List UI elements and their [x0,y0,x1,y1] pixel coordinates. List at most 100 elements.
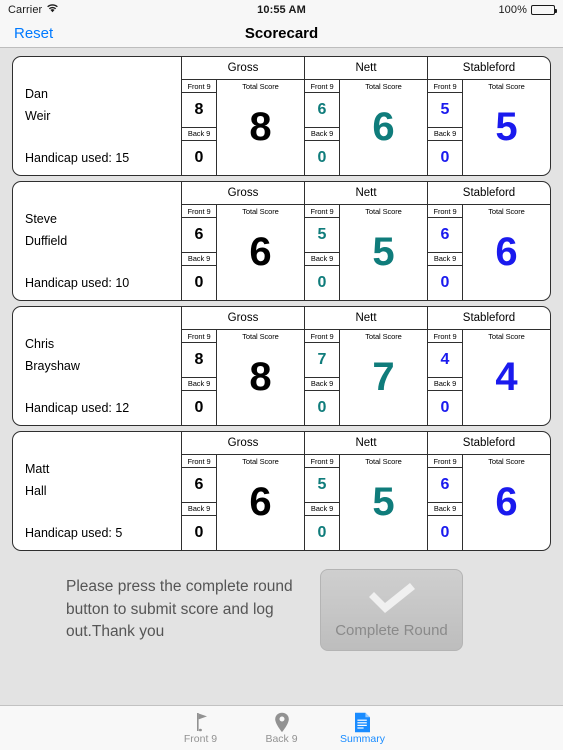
front-nine-cell: Front 9 6 [182,205,216,253]
half-scores-column: Front 9 5 Back 9 0 [305,205,340,300]
back-nine-value: 0 [194,273,204,291]
half-scores-column: Front 9 4 Back 9 0 [428,330,463,425]
front-nine-cell: Front 9 6 [182,455,216,503]
back-nine-cell: Back 9 0 [305,253,339,301]
front-nine-value: 8 [194,350,204,368]
total-score-column: Total Score 6 [463,205,550,300]
carrier-label: Carrier [8,4,43,16]
front-nine-value: 6 [317,100,327,118]
score-group-body: Front 9 5 Back 9 0 Total Score 5 [428,80,550,175]
tab-front-9[interactable]: Front 9 [160,706,241,750]
back-nine-value: 0 [194,398,204,416]
total-score-label: Total Score [488,457,525,466]
total-score-label: Total Score [488,82,525,91]
score-group-gross: Gross Front 9 6 Back 9 0 Total Score 6 [182,432,305,550]
back-nine-value: 0 [440,398,450,416]
total-score-column: Total Score 8 [217,80,304,175]
front-nine-cell: Front 9 5 [428,80,462,128]
score-group-title: Nett [305,432,427,455]
front-nine-value: 5 [317,225,327,243]
reset-button[interactable]: Reset [14,25,53,42]
total-score-column: Total Score 6 [463,455,550,550]
complete-round-button[interactable]: Complete Round [320,569,463,651]
back-nine-cell: Back 9 0 [428,128,462,176]
score-group-title: Gross [182,307,304,330]
back-nine-label: Back 9 [182,128,216,141]
back-nine-cell: Back 9 0 [182,253,216,301]
total-score-label: Total Score [365,332,402,341]
total-score-label: Total Score [242,457,279,466]
total-score-value: 6 [495,230,518,274]
half-scores-column: Front 9 7 Back 9 0 [305,330,340,425]
half-scores-column: Front 9 6 Back 9 0 [182,455,217,550]
player-info-panel: Dan Weir Handicap used: 15 [13,57,182,175]
score-group-stableford: Stableford Front 9 6 Back 9 0 Total Score 6 [428,182,550,300]
half-scores-column: Front 9 6 Back 9 0 [305,80,340,175]
score-group-title: Gross [182,432,304,455]
back-nine-value: 0 [440,148,450,166]
total-score-label: Total Score [242,82,279,91]
player-first-name: Steve [25,212,57,226]
front-nine-label: Front 9 [428,205,462,218]
score-group-nett: Nett Front 9 6 Back 9 0 Total Score 6 [305,57,428,175]
player-last-name: Hall [25,484,47,498]
wifi-icon [47,4,59,16]
back-nine-cell: Back 9 0 [428,378,462,426]
back-nine-value: 0 [317,398,327,416]
status-bar-time: 10:55 AM [257,4,306,16]
navigation-bar: Reset Scorecard [0,20,563,48]
player-first-name: Chris [25,337,55,351]
app-screen: Carrier 10:55 AM 100% Reset Scorecard Da… [0,0,563,750]
back-nine-cell: Back 9 0 [182,128,216,176]
total-score-column: Total Score 5 [340,205,427,300]
score-group-body: Front 9 6 Back 9 0 Total Score 6 [305,80,427,175]
score-group-body: Front 9 6 Back 9 0 Total Score 6 [428,455,550,550]
back-nine-value: 0 [317,273,327,291]
back-nine-value: 0 [440,273,450,291]
instructions-text: Please press the complete round button t… [66,578,293,641]
player-last-name: Duffield [25,234,68,248]
half-scores-column: Front 9 5 Back 9 0 [305,455,340,550]
half-scores-column: Front 9 8 Back 9 0 [182,80,217,175]
player-last-name: Brayshaw [25,359,80,373]
tab-label: Front 9 [183,733,218,746]
footer-area: Please press the complete round button t… [12,551,551,651]
score-group-body: Front 9 8 Back 9 0 Total Score 8 [182,80,304,175]
back-nine-cell: Back 9 0 [182,503,216,551]
front-nine-cell: Front 9 6 [305,80,339,128]
player-handicap: Handicap used: 12 [25,401,130,415]
total-score-value: 6 [372,105,395,149]
half-scores-column: Front 9 5 Back 9 0 [428,80,463,175]
map-pin-icon [274,711,290,733]
front-nine-value: 5 [317,475,327,493]
tab-summary[interactable]: Summary [322,706,403,750]
back-nine-label: Back 9 [305,503,339,516]
back-nine-label: Back 9 [182,253,216,266]
score-group-nett: Nett Front 9 5 Back 9 0 Total Score 5 [305,432,428,550]
total-score-column: Total Score 5 [340,455,427,550]
back-nine-value: 0 [194,523,204,541]
front-nine-label: Front 9 [182,205,216,218]
front-nine-value: 6 [194,225,204,243]
front-nine-cell: Front 9 5 [305,205,339,253]
status-bar-right: 100% [498,4,557,16]
score-group-title: Nett [305,307,427,330]
back-nine-cell: Back 9 0 [428,503,462,551]
total-score-value: 8 [249,105,272,149]
score-group-body: Front 9 7 Back 9 0 Total Score 7 [305,330,427,425]
document-icon [354,711,371,733]
score-group-title: Stableford [428,57,550,80]
score-group-stableford: Stableford Front 9 5 Back 9 0 Total Score 5 [428,57,550,175]
tab-back-9[interactable]: Back 9 [241,706,322,750]
battery-percent-label: 100% [498,4,527,16]
score-group-title: Gross [182,57,304,80]
front-nine-value: 4 [440,350,450,368]
back-nine-cell: Back 9 0 [428,253,462,301]
main-content: Dan Weir Handicap used: 15 Gross Front 9 8 Bac… [0,48,563,705]
score-group-nett: Nett Front 9 7 Back 9 0 Total Score 7 [305,307,428,425]
front-nine-label: Front 9 [305,80,339,93]
score-group-body: Front 9 5 Back 9 0 Total Score 5 [305,455,427,550]
front-nine-value: 7 [317,350,327,368]
front-nine-label: Front 9 [428,80,462,93]
score-group-body: Front 9 6 Back 9 0 Total Score 6 [182,455,304,550]
